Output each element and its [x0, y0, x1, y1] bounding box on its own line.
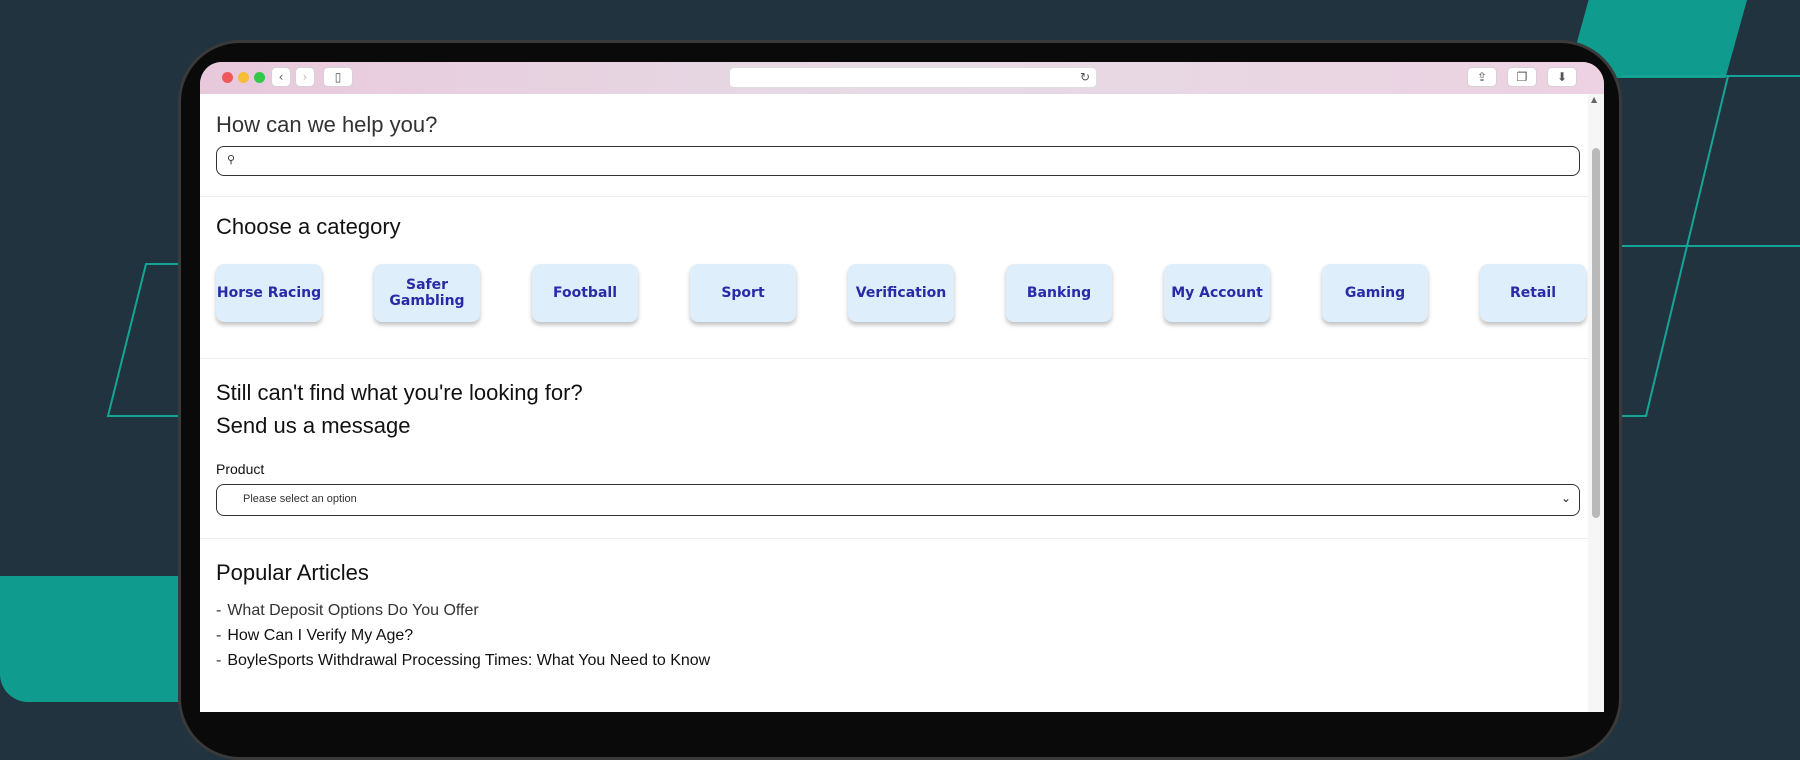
list-item: - BoyleSports Withdrawal Processing Times…: [216, 652, 710, 677]
section-divider: [200, 196, 1588, 197]
scrollbar-thumb[interactable]: [1592, 148, 1600, 518]
category-section-title: Choose a category: [216, 214, 401, 239]
category-list: Horse Racing Safer Gambling Football Spo…: [216, 264, 1586, 324]
back-button[interactable]: ‹: [272, 68, 290, 86]
contact-title: Send us a message: [216, 413, 411, 438]
category-my-account[interactable]: My Account: [1164, 264, 1270, 322]
article-link[interactable]: How Can I Verify My Age?: [227, 627, 413, 644]
download-icon: ⬇: [1556, 70, 1568, 84]
product-select[interactable]: Please select an option ⌄: [216, 484, 1580, 516]
category-football[interactable]: Football: [532, 264, 638, 322]
list-bullet: -: [216, 652, 222, 669]
close-window-button[interactable]: [222, 72, 233, 83]
category-verification[interactable]: Verification: [848, 264, 954, 322]
sidebar-button[interactable]: ▯: [324, 68, 352, 86]
browser-window: ‹ › ▯ ↻ ⇪ ❐ ⬇ How can we help you? ⚲ Cho…: [200, 62, 1604, 712]
help-page: How can we help you? ⚲ Choose a category…: [200, 94, 1588, 712]
popular-articles-title: Popular Articles: [216, 560, 369, 585]
popular-articles-list: - What Deposit Options Do You Offer - How …: [216, 602, 710, 677]
forward-button[interactable]: ›: [296, 68, 314, 86]
list-item: - What Deposit Options Do You Offer: [216, 602, 710, 627]
share-icon: ⇪: [1476, 70, 1488, 84]
category-retail[interactable]: Retail: [1480, 264, 1586, 322]
chevron-left-icon: ‹: [278, 70, 284, 84]
share-button[interactable]: ⇪: [1468, 68, 1496, 86]
maximize-window-button[interactable]: [254, 72, 265, 83]
list-bullet: -: [216, 627, 222, 644]
list-bullet: -: [216, 602, 222, 619]
search-icon: ⚲: [227, 153, 236, 166]
list-item: - How Can I Verify My Age?: [216, 627, 710, 652]
help-title: How can we help you?: [216, 112, 438, 137]
address-bar[interactable]: ↻: [730, 68, 1096, 87]
section-divider: [200, 538, 1588, 539]
article-link[interactable]: What Deposit Options Do You Offer: [227, 602, 478, 619]
chevron-right-icon: ›: [302, 70, 308, 84]
article-link[interactable]: BoyleSports Withdrawal Processing Times:…: [227, 652, 710, 669]
minimize-window-button[interactable]: [238, 72, 249, 83]
chevron-down-icon: ⌄: [1560, 491, 1571, 505]
product-select-value: Please select an option: [243, 493, 357, 505]
category-sport[interactable]: Sport: [690, 264, 796, 322]
search-input[interactable]: ⚲: [216, 146, 1580, 176]
browser-titlebar: ‹ › ▯ ↻ ⇪ ❐ ⬇: [200, 62, 1604, 94]
sidebar-icon: ▯: [334, 70, 342, 84]
category-safer-gambling[interactable]: Safer Gambling: [374, 264, 480, 322]
tabs-button[interactable]: ❐: [1508, 68, 1536, 86]
category-horse-racing[interactable]: Horse Racing: [216, 264, 322, 322]
contact-prompt: Still can't find what you're looking for…: [216, 380, 583, 405]
section-divider: [200, 358, 1588, 359]
downloads-button[interactable]: ⬇: [1548, 68, 1576, 86]
category-banking[interactable]: Banking: [1006, 264, 1112, 322]
product-label: Product: [216, 461, 265, 477]
scrollbar[interactable]: ▲: [1588, 94, 1604, 712]
reload-icon[interactable]: ↻: [1080, 70, 1090, 84]
category-gaming[interactable]: Gaming: [1322, 264, 1428, 322]
tabs-icon: ❐: [1516, 70, 1528, 84]
scroll-up-arrow-icon[interactable]: ▲: [1591, 95, 1597, 104]
